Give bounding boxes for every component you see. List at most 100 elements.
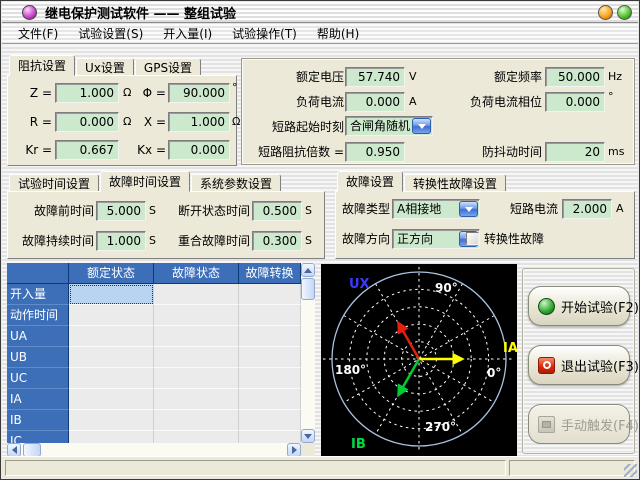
column-header: 故障状态: [154, 263, 239, 284]
start-test-button[interactable]: 开始试验(F2): [528, 286, 630, 326]
open-state-time-field[interactable]: 0.500: [252, 201, 302, 221]
table-cell[interactable]: [239, 431, 301, 443]
load-current-phase-field[interactable]: 0.000: [545, 92, 605, 112]
chevron-down-icon[interactable]: [412, 118, 431, 134]
table-cell[interactable]: [239, 284, 301, 305]
table-cell[interactable]: [154, 368, 239, 389]
scroll-up-icon[interactable]: [301, 263, 315, 277]
r-field[interactable]: 0.000: [55, 112, 119, 132]
tab-impedance-settings[interactable]: 阻抗设置: [9, 55, 75, 76]
fault-direction-label: 故障方向: [342, 229, 390, 249]
angle-label-90: 90°: [435, 281, 458, 295]
menu-help[interactable]: 帮助(H): [307, 23, 369, 44]
open-state-time-unit: S: [305, 202, 312, 222]
fault-type-dropdown[interactable]: A相接地: [392, 199, 480, 219]
short-circuit-start-dropdown[interactable]: 合闸角随机: [345, 116, 433, 136]
horizontal-scrollbar[interactable]: [7, 443, 301, 457]
menu-test-settings[interactable]: 试验设置(S): [68, 23, 153, 44]
table-cell[interactable]: [154, 431, 239, 443]
vertical-scroll-thumb[interactable]: [301, 278, 315, 300]
short-circuit-start-value: 合闸角随机: [350, 119, 410, 133]
kr-field[interactable]: 0.667: [55, 140, 119, 160]
rated-voltage-unit: V: [409, 68, 417, 88]
app-icon: [22, 5, 37, 20]
load-current-phase-unit: °: [608, 88, 614, 108]
phi-field[interactable]: 90.000: [168, 83, 230, 103]
menu-digital-input[interactable]: 开入量(I): [153, 23, 222, 44]
tab-test-time-settings[interactable]: 试验时间设置: [9, 174, 99, 192]
menu-file[interactable]: 文件(F): [8, 23, 68, 44]
tab-conversion-fault-settings[interactable]: 转换性故障设置: [404, 174, 506, 192]
scroll-right-icon[interactable]: [287, 443, 301, 457]
rated-voltage-field[interactable]: 57.740: [345, 67, 405, 87]
table-cell[interactable]: [69, 431, 154, 443]
phi-unit: °: [232, 79, 238, 99]
table-cell[interactable]: [69, 410, 154, 431]
debounce-time-field[interactable]: 20: [545, 142, 605, 162]
row-header: UA: [7, 326, 69, 347]
source-settings-panel: 额定电压 57.740 V 额定频率 50.000 Hz 负荷电流 0.000 …: [241, 58, 635, 165]
rated-frequency-field[interactable]: 50.000: [545, 67, 605, 87]
row-header: IB: [7, 410, 69, 431]
fault-duration-field[interactable]: 1.000: [96, 231, 146, 251]
table-cell[interactable]: [154, 305, 239, 326]
pre-fault-time-field[interactable]: 5.000: [96, 201, 146, 221]
tab-fault-settings[interactable]: 故障设置: [337, 171, 403, 192]
tab-gps-settings[interactable]: GPS设置: [135, 58, 201, 76]
table-cell[interactable]: [154, 284, 239, 305]
table-cell[interactable]: [239, 347, 301, 368]
reclose-fault-time-field[interactable]: 0.300: [252, 231, 302, 251]
reclose-fault-time-label: 重合故障时间: [156, 231, 250, 251]
short-circuit-current-field[interactable]: 2.000: [562, 199, 612, 219]
table-cell[interactable]: [154, 410, 239, 431]
table-cell[interactable]: [239, 326, 301, 347]
table-cell[interactable]: [69, 389, 154, 410]
table-cell[interactable]: [154, 326, 239, 347]
fault-settings-panel: 故障设置 转换性故障设置 故障类型 A相接地 短路电流 2.000 A 故障方向…: [335, 171, 635, 259]
timing-panel: 试验时间设置 故障时间设置 系统参数设置 故障前时间 5.000 S 断开状态时…: [7, 171, 325, 259]
short-circuit-start-label: 短路起始时刻: [246, 117, 344, 137]
x-field[interactable]: 1.000: [168, 112, 230, 132]
minimize-button[interactable]: [598, 5, 613, 20]
z-field[interactable]: 1.000: [55, 83, 119, 103]
table-cell[interactable]: [69, 368, 154, 389]
fault-direction-value: 正方向: [397, 232, 433, 246]
scroll-left-icon[interactable]: [7, 443, 21, 457]
tab-ux-settings[interactable]: Ux设置: [76, 58, 134, 76]
table-cell[interactable]: [69, 326, 154, 347]
kx-field[interactable]: 0.000: [168, 140, 230, 160]
chevron-down-icon[interactable]: [459, 201, 478, 217]
table-cell[interactable]: [239, 368, 301, 389]
menu-test-operation[interactable]: 试验操作(T): [222, 23, 307, 44]
pre-fault-time-label: 故障前时间: [10, 201, 94, 221]
load-current-field[interactable]: 0.000: [345, 92, 405, 112]
channel-label-ia: IA: [503, 341, 517, 356]
rated-frequency-label: 额定频率: [442, 67, 542, 87]
table-cell[interactable]: [69, 305, 154, 326]
table-cell[interactable]: [239, 389, 301, 410]
table-cell[interactable]: [239, 305, 301, 326]
table-cell[interactable]: [239, 410, 301, 431]
close-button[interactable]: [617, 5, 632, 20]
table-cell[interactable]: [154, 389, 239, 410]
angle-label-270: 270°: [425, 420, 456, 434]
channel-label-ux: UX: [349, 277, 370, 292]
exit-test-button[interactable]: 退出试验(F3): [528, 345, 630, 385]
timing-tabs: 试验时间设置 故障时间设置 系统参数设置: [7, 171, 325, 192]
tab-system-param-settings[interactable]: 系统参数设置: [191, 174, 281, 192]
table-cell-selected[interactable]: [69, 284, 154, 305]
scroll-down-icon[interactable]: [301, 429, 315, 443]
kx-label: Kx =: [122, 140, 166, 160]
impedance-multiple-field[interactable]: 0.950: [345, 142, 405, 162]
row-header: 动作时间: [7, 305, 69, 326]
vertical-scrollbar[interactable]: [301, 263, 315, 443]
table-cell[interactable]: [69, 347, 154, 368]
tab-fault-time-settings[interactable]: 故障时间设置: [100, 171, 190, 192]
horizontal-scroll-thumb[interactable]: [23, 443, 41, 457]
title-bar[interactable]: 继电保护测试软件 —— 整组试验: [2, 2, 638, 23]
x-label: X =: [126, 112, 166, 132]
power-icon: [538, 357, 555, 374]
resize-grip[interactable]: [624, 464, 637, 477]
conversion-fault-checkbox[interactable]: [466, 232, 479, 245]
table-cell[interactable]: [154, 347, 239, 368]
